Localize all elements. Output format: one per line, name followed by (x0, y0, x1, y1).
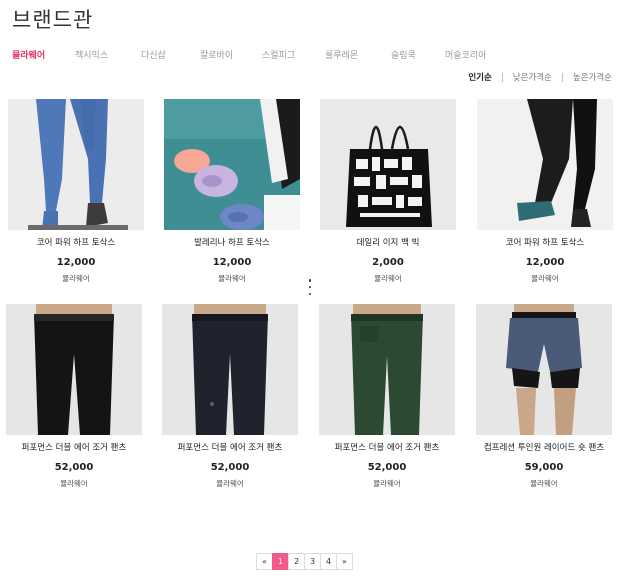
product-image[interactable] (8, 99, 144, 230)
sort-divider (561, 72, 563, 82)
product-brand: 뮬라웨어 (60, 479, 88, 488)
prev-page-button[interactable]: « (256, 553, 273, 570)
black-jogger-photo (6, 304, 142, 435)
product-brand: 뮬라웨어 (218, 274, 246, 283)
product-price: 59,000 (524, 462, 564, 473)
product-name: 퍼포먼스 더블 에어 조거 팬츠 (21, 443, 127, 453)
product-brand: 뮬라웨어 (373, 479, 401, 488)
product-brand: 뮬라웨어 (216, 479, 244, 488)
product-image[interactable] (164, 99, 300, 230)
tab-brand-calobye[interactable]: 칼로바이 (200, 48, 233, 61)
tote-bag-photo (320, 99, 456, 230)
page-button-4[interactable]: 4 (320, 553, 337, 570)
product-image[interactable] (320, 99, 456, 230)
sort-bar: 인기순 낮은가격순 높은가격순 (468, 71, 612, 83)
product-brand: 뮬라웨어 (62, 274, 90, 283)
product-card[interactable]: 발레리나 하프 토삭스 12,000 뮬라웨어 (164, 99, 300, 283)
product-card[interactable]: 퍼포먼스 더블 에어 조거 팬츠 52,000 뮬라웨어 (162, 304, 298, 488)
product-price: 52,000 (367, 462, 407, 473)
sort-price-low[interactable]: 낮은가격순 (513, 71, 552, 83)
product-name: 데일리 이지 백 빅 (356, 238, 420, 248)
product-price: 12,000 (525, 257, 565, 268)
tab-brand-lululemon[interactable]: 룰루레몬 (325, 48, 358, 61)
product-name: 퍼포먼스 더블 에어 조거 팬츠 (334, 443, 440, 453)
brand-tabs: 뮬라웨어 젝시믹스 다신샵 칼로바이 스컬피그 룰루레몬 슬림쿡 머슬코리아 (0, 48, 622, 62)
product-card[interactable]: 퍼포먼스 더블 에어 조거 팬츠 52,000 뮬라웨어 (6, 304, 142, 488)
product-brand: 뮬라웨어 (531, 274, 559, 283)
sort-popular[interactable]: 인기순 (468, 71, 491, 83)
tab-brand-slimcook[interactable]: 슬림쿡 (391, 48, 416, 61)
product-name: 퍼포먼스 더블 에어 조거 팬츠 (177, 443, 283, 453)
tab-brand-mulawear[interactable]: 뮬라웨어 (12, 48, 45, 61)
navy-jogger-photo (162, 304, 298, 435)
green-jogger-photo (319, 304, 455, 435)
product-price: 12,000 (56, 257, 96, 268)
product-image[interactable] (319, 304, 455, 435)
tab-brand-xexymix[interactable]: 젝시믹스 (75, 48, 108, 61)
product-card[interactable]: 코어 파워 하프 토삭스 12,000 뮬라웨어 (8, 99, 144, 283)
black-leggings-photo (477, 99, 613, 230)
pagination: « 1 2 3 4 » (256, 553, 353, 570)
product-name: 컴프레션 투인원 레이어드 숏 팬츠 (483, 443, 605, 453)
page-title: 브랜드관 (12, 8, 94, 32)
page-button-3[interactable]: 3 (304, 553, 321, 570)
next-page-button[interactable]: » (336, 553, 353, 570)
sort-divider (501, 72, 503, 82)
product-card[interactable]: 데일리 이지 백 빅 2,000 뮬라웨어 (320, 99, 456, 283)
product-image[interactable] (6, 304, 142, 435)
page-button-1[interactable]: 1 (272, 553, 289, 570)
blue-leggings-photo (8, 99, 144, 230)
ballerina-socks-photo (164, 99, 300, 230)
product-card[interactable]: 코어 파워 하프 토삭스 12,000 뮬라웨어 (477, 99, 613, 283)
sort-price-high[interactable]: 높은가격순 (573, 71, 612, 83)
product-card[interactable]: 컴프레션 투인원 레이어드 숏 팬츠 59,000 뮬라웨어 (476, 304, 612, 488)
layered-shorts-photo (476, 304, 612, 435)
product-price: 52,000 (210, 462, 250, 473)
product-name: 코어 파워 하프 토삭스 (36, 238, 116, 248)
product-price: 2,000 (372, 257, 404, 268)
product-image[interactable] (477, 99, 613, 230)
product-name: 코어 파워 하프 토삭스 (505, 238, 585, 248)
vertical-ellipsis-icon[interactable] (308, 279, 312, 295)
product-price: 12,000 (212, 257, 252, 268)
product-name: 발레리나 하프 토삭스 (194, 238, 270, 248)
product-image[interactable] (162, 304, 298, 435)
product-card[interactable]: 퍼포먼스 더블 에어 조거 팬츠 52,000 뮬라웨어 (319, 304, 455, 488)
tab-brand-dasinshop[interactable]: 다신샵 (141, 48, 166, 61)
tab-brand-sculpig[interactable]: 스컬피그 (262, 48, 295, 61)
product-brand: 뮬라웨어 (530, 479, 558, 488)
product-price: 52,000 (54, 462, 94, 473)
product-image[interactable] (476, 304, 612, 435)
page-button-2[interactable]: 2 (288, 553, 305, 570)
tab-brand-musclekorea[interactable]: 머슬코리아 (445, 48, 486, 61)
product-brand: 뮬라웨어 (374, 274, 402, 283)
